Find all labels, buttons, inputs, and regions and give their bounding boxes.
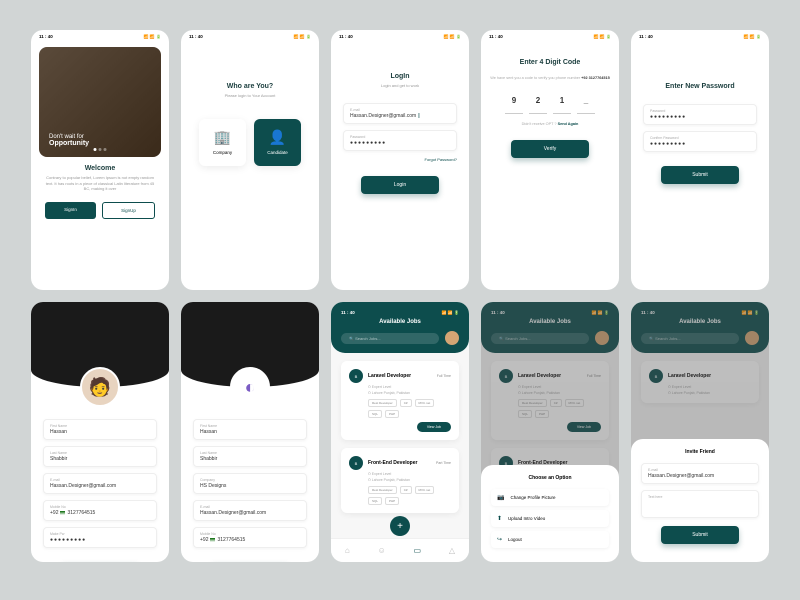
role-subtitle: Please login to Your Account [181,93,319,99]
hero-line2: Opportunity [49,140,89,147]
email-field[interactable]: E-mailHassan.Designer@gmail.com [43,473,157,494]
forgot-link[interactable]: Forgot Password? [331,157,469,162]
screen-role: 11 : 40📶 📶 🔋 Who are You? Please login t… [181,30,319,290]
flag-icon [60,511,65,515]
login-title: LogIn [331,73,469,80]
cursor-icon: | [418,113,419,119]
screen-options-sheet: 11 : 40📶 📶 🔋Available Jobs🔍 Search Jobs.… [481,302,619,562]
signin-button[interactable]: SignIn [45,202,96,219]
resend-link[interactable]: Send Again [558,122,579,126]
building-icon: 🏢 [203,129,242,146]
company-avatar[interactable]: ◐ [230,367,270,407]
otp-inputs[interactable]: 9 2 1 _ [481,92,619,114]
camera-icon: 📷 [497,494,504,501]
newpw-title: Enter New Password [631,83,769,90]
upload-video-option[interactable]: ⬆Upload Intro Video [491,510,609,527]
job-card[interactable]: BLaravel DeveloperFull Time ⭘ Expert Lev… [341,361,459,440]
screen-otp: 11 : 40📶 📶 🔋 Enter 4 Digit Code We have … [481,30,619,290]
last-name-field[interactable]: Last NameShabbir [193,446,307,467]
welcome-subtitle: Contrary to popular belief, Lorem Ipsum … [31,175,169,192]
screen-company-profile: ◐ First NameHassan Last NameShabbir Comp… [181,302,319,562]
login-subtitle: Login and get to work [331,83,469,89]
email-field[interactable]: E-mailHassan.Designer@gmail.com [193,500,307,521]
confirm-password-field[interactable]: Confirm Password ●●●●●●●●● [643,131,757,152]
screen-login: 11 : 40📶 📶 🔋 LogIn Login and get to work… [331,30,469,290]
bell-icon[interactable]: △ [449,546,455,555]
logout-option[interactable]: ↪Logout [491,531,609,548]
fab-add-button[interactable]: + [390,516,410,536]
invite-email-field[interactable]: E-mailHassan.Designer@gmail.com [641,463,759,484]
email-field[interactable]: E-mail Hassan.Designer@gmail.com| [343,103,457,124]
briefcase-icon[interactable]: ▭ [414,546,422,555]
new-password-field[interactable]: Password ●●●●●●●●● [643,104,757,125]
time: 11 : 40 [39,34,53,39]
status-icons: 📶 📶 🔋 [144,34,161,39]
login-button[interactable]: Login [361,176,439,194]
welcome-title: Welcome [31,165,169,172]
upload-icon: ⬆ [497,515,502,522]
screen-welcome: 11 : 40 📶 📶 🔋 Don't wait for Opportunity… [31,30,169,290]
tabbar: ⌂ ☺ ▭ △ [331,538,469,562]
profile-icon[interactable]: ☺ [378,546,386,555]
job-logo-icon: B [349,369,363,383]
company-card[interactable]: 🏢 Company [199,119,246,166]
person-icon: 👤 [258,129,297,146]
screen-candidate-profile: 🧑 First NameHassan Last NameShabbir E-ma… [31,302,169,562]
job-logo-icon: B [349,456,363,470]
change-picture-option[interactable]: 📷Change Profile Picture [491,489,609,506]
make-pw-field[interactable]: Make Pw●●●●●●●●● [43,527,157,548]
hero-image: Don't wait for Opportunity [39,47,161,157]
avatar[interactable]: 🧑 [80,367,120,407]
otp-title: Enter 4 Digit Code [481,59,619,66]
jobs-header: 11 : 40📶 📶 🔋 Available Jobs 🔍 Search Job… [331,302,469,353]
invite-sheet: Invite Friend E-mailHassan.Designer@gmai… [631,439,769,562]
screen-new-password: 11 : 40📶 📶 🔋 Enter New Password Password… [631,30,769,290]
options-sheet: Choose an Option 📷Change Profile Picture… [481,465,619,562]
first-name-field[interactable]: First NameHassan [193,419,307,440]
mobile-field[interactable]: Mobile No+923127764515 [193,527,307,548]
invite-submit-button[interactable]: Submit [661,526,739,544]
dark-header: 🧑 [31,302,169,387]
password-field[interactable]: Password ●●●●●●●●● [343,130,457,151]
first-name-field[interactable]: First NameHassan [43,419,157,440]
last-name-field[interactable]: Last NameShabbir [43,446,157,467]
invite-text-field[interactable]: Text here [641,490,759,518]
company-field[interactable]: CompanyHS Designs [193,473,307,494]
view-job-button[interactable]: View Job [417,422,451,432]
search-input[interactable]: 🔍 Search Jobs... [341,333,439,344]
signup-button[interactable]: SignUp [102,202,155,219]
submit-button[interactable]: Submit [661,166,739,184]
candidate-card[interactable]: 👤 Candidate [254,119,301,166]
screen-invite-sheet: 11 : 40📶 📶 🔋Available Jobs🔍 Search Jobs.… [631,302,769,562]
page-dots [94,148,107,151]
job-card[interactable]: BFront-End DeveloperPart Time ⭘ Expert L… [341,448,459,513]
avatar[interactable] [445,331,459,345]
verify-button[interactable]: Verify [511,140,589,158]
statusbar: 11 : 40 📶 📶 🔋 [31,30,169,43]
logout-icon: ↪ [497,536,502,543]
mobile-field[interactable]: Mobile No+923127764515 [43,500,157,521]
flag-icon [210,538,215,542]
home-icon[interactable]: ⌂ [345,546,350,555]
role-title: Who are You? [181,83,319,90]
screen-jobs: 11 : 40📶 📶 🔋 Available Jobs 🔍 Search Job… [331,302,469,562]
